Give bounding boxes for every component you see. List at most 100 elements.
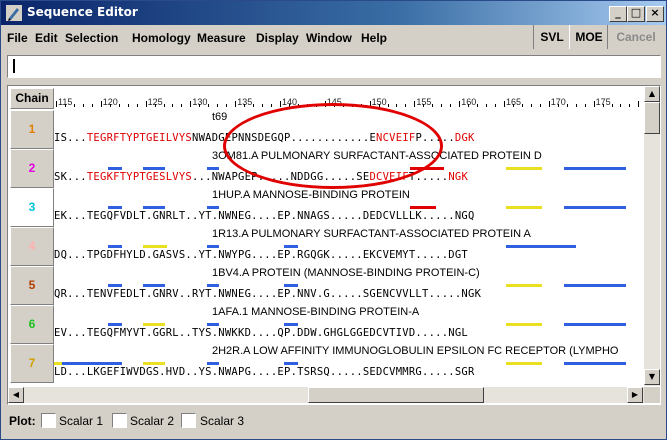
- secondary-structure-bar: [143, 245, 167, 248]
- chain-button[interactable]: 4: [10, 227, 54, 266]
- ruler-tick: [127, 104, 129, 107]
- minimize-button[interactable]: _: [609, 6, 627, 22]
- ruler-tick: [262, 104, 264, 107]
- window-title: Sequence Editor: [27, 5, 138, 19]
- sequence-row[interactable]: 1R13.A PULMONARY SURFACTANT-ASSOCIATED P…: [54, 227, 642, 265]
- sequence-row[interactable]: 1BV4.A PROTEIN (MANNOSE-BINDING PROTEIN-…: [54, 266, 642, 304]
- ruler-tick: [396, 104, 398, 107]
- secondary-structure-bar: [284, 362, 298, 365]
- ruler-tick: [181, 104, 183, 107]
- sequence-text: IS...TEGRFTYPTGEILVYSNWADGEPNNSDEGQP....…: [54, 132, 475, 144]
- sequence-title: 3OM81.A PULMONARY SURFACTANT-ASSOCIATED …: [212, 150, 542, 162]
- ruler-tick: [82, 104, 84, 107]
- chain-button[interactable]: 3: [10, 188, 54, 227]
- scroll-left-button[interactable]: ◀: [8, 387, 24, 403]
- command-input[interactable]: [7, 55, 661, 78]
- ruler-tick: [199, 104, 201, 107]
- secondary-structure-bar: [143, 284, 165, 287]
- scalar1-checkbox[interactable]: [41, 413, 56, 428]
- secondary-structure-bar: [284, 245, 298, 248]
- horizontal-scroll-thumb[interactable]: [308, 387, 484, 403]
- ruler-tick: [512, 104, 514, 107]
- residue-segment: DQ...TPGDFHYLD.GASVS..YT.NWYPG....EP.RGQ…: [54, 249, 469, 261]
- ruler-tick: [351, 104, 353, 107]
- secondary-structure-bar: [506, 362, 542, 365]
- maximize-button[interactable]: □: [627, 6, 645, 22]
- scalar3-checkbox[interactable]: [181, 413, 196, 428]
- cancel-button[interactable]: Cancel: [607, 25, 664, 49]
- menu-window[interactable]: Window: [306, 31, 352, 45]
- sequence-row[interactable]: t69 IS...TEGRFTYPTGEILVYSNWADGEPNNSDEGQP.…: [54, 110, 642, 148]
- ruler-tick: [253, 104, 255, 107]
- menu-edit[interactable]: Edit: [35, 31, 58, 45]
- menu-display[interactable]: Display: [256, 31, 299, 45]
- ruler-tick: [190, 101, 192, 107]
- secondary-structure-bar: [207, 323, 219, 326]
- ruler-tick: [495, 104, 497, 107]
- secondary-structure-bar: [207, 362, 219, 365]
- sequence-title: 1R13.A PULMONARY SURFACTANT-ASSOCIATED P…: [212, 228, 531, 240]
- vertical-scrollbar[interactable]: ▲ ▼: [644, 86, 660, 386]
- secondary-structure-bar: [62, 362, 122, 365]
- ruler-tick: [280, 101, 281, 107]
- close-icon: ×: [650, 6, 660, 19]
- secondary-structure-bar: [564, 323, 626, 326]
- ruler-tick: [91, 104, 93, 107]
- sequence-row[interactable]: 2H2R.A LOW AFFINITY IMMUNOGLOBULIN EPSIL…: [54, 344, 642, 382]
- ruler-tick: [369, 101, 371, 107]
- ruler-tick: [584, 104, 586, 107]
- sequence-text: EV...TEGQFMYVT.GGRL..TYS.NWKKD....QP.DDW…: [54, 327, 468, 339]
- scroll-up-button[interactable]: ▲: [644, 86, 660, 102]
- sequence-row[interactable]: 1HUP.A MANNOSE-BINDING PROTEIN EK...TEGQF…: [54, 188, 642, 226]
- ruler-tick: [271, 104, 273, 107]
- ruler-tick: [620, 104, 622, 107]
- secondary-structure-bar: [564, 284, 626, 287]
- secondary-structure-bar: [207, 167, 219, 170]
- scroll-down-button[interactable]: ▼: [644, 369, 660, 385]
- ruler-tick: [163, 104, 165, 107]
- menu-file[interactable]: File: [7, 31, 28, 45]
- secondary-structure-bar: [506, 323, 542, 326]
- chain-header-button[interactable]: Chain: [10, 88, 54, 109]
- residue-segment: NGK: [448, 171, 469, 183]
- ruler-tick: [306, 104, 308, 107]
- residue-segment: EV...TEGQFMYVT.GGRL..TYS.NWKKD....QP.DDW…: [54, 327, 469, 339]
- menu-homology[interactable]: Homology: [132, 31, 191, 45]
- ruler-tick: [611, 104, 613, 107]
- ruler-tick: [557, 104, 559, 107]
- scroll-right-button[interactable]: ▶: [627, 387, 643, 403]
- ruler-tick: [172, 104, 174, 107]
- ruler-tick: [333, 104, 335, 107]
- moe-button[interactable]: MOE: [569, 25, 608, 49]
- chain-button[interactable]: 1: [10, 110, 54, 149]
- sequence-row[interactable]: 3OM81.A PULMONARY SURFACTANT-ASSOCIATED …: [54, 149, 642, 187]
- scalar2-checkbox[interactable]: [112, 413, 127, 428]
- title-bar[interactable]: Sequence Editor _ □ ×: [1, 1, 666, 25]
- residue-segment: NWADGEPNNSDEGQP............E: [192, 132, 377, 144]
- vertical-scroll-thumb[interactable]: [644, 102, 660, 134]
- svl-button[interactable]: SVL: [533, 25, 570, 49]
- close-button[interactable]: ×: [646, 6, 664, 22]
- chain-button[interactable]: 2: [10, 149, 54, 188]
- ruler-tick: [342, 104, 344, 107]
- residue-segment: QR...TENVFEDLT.GNRV..RYT.NWNEG....EP.NNV…: [54, 288, 482, 300]
- scroll-corner: [644, 387, 660, 403]
- chain-button[interactable]: 6: [10, 305, 54, 344]
- ruler-tick: [504, 101, 505, 107]
- secondary-structure-bar: [506, 284, 542, 287]
- chain-button[interactable]: 7: [10, 344, 54, 383]
- menu-help[interactable]: Help: [361, 31, 387, 45]
- ruler-tick: [360, 104, 362, 107]
- chain-button[interactable]: 5: [10, 266, 54, 305]
- menu-selection[interactable]: Selection: [65, 31, 118, 45]
- menu-measure[interactable]: Measure: [197, 31, 246, 45]
- residue-segment: T.....: [408, 171, 449, 183]
- horizontal-scrollbar[interactable]: ◀ ▶: [8, 387, 644, 403]
- ruler-tick: [208, 104, 210, 107]
- ruler-tick: [136, 104, 138, 107]
- sequence-row[interactable]: 1AFA.1 MANNOSE-BINDING PROTEIN-A EV...TEG…: [54, 305, 642, 343]
- residue-segment: TEGRFTYPTGEILVYS: [86, 132, 193, 144]
- ruler-tick: [73, 104, 75, 107]
- ruler-tick: [629, 104, 631, 107]
- residue-segment: EK...TEGQFVDLT.GNRLT..YT.NWNEG....EP.NNA…: [54, 210, 475, 222]
